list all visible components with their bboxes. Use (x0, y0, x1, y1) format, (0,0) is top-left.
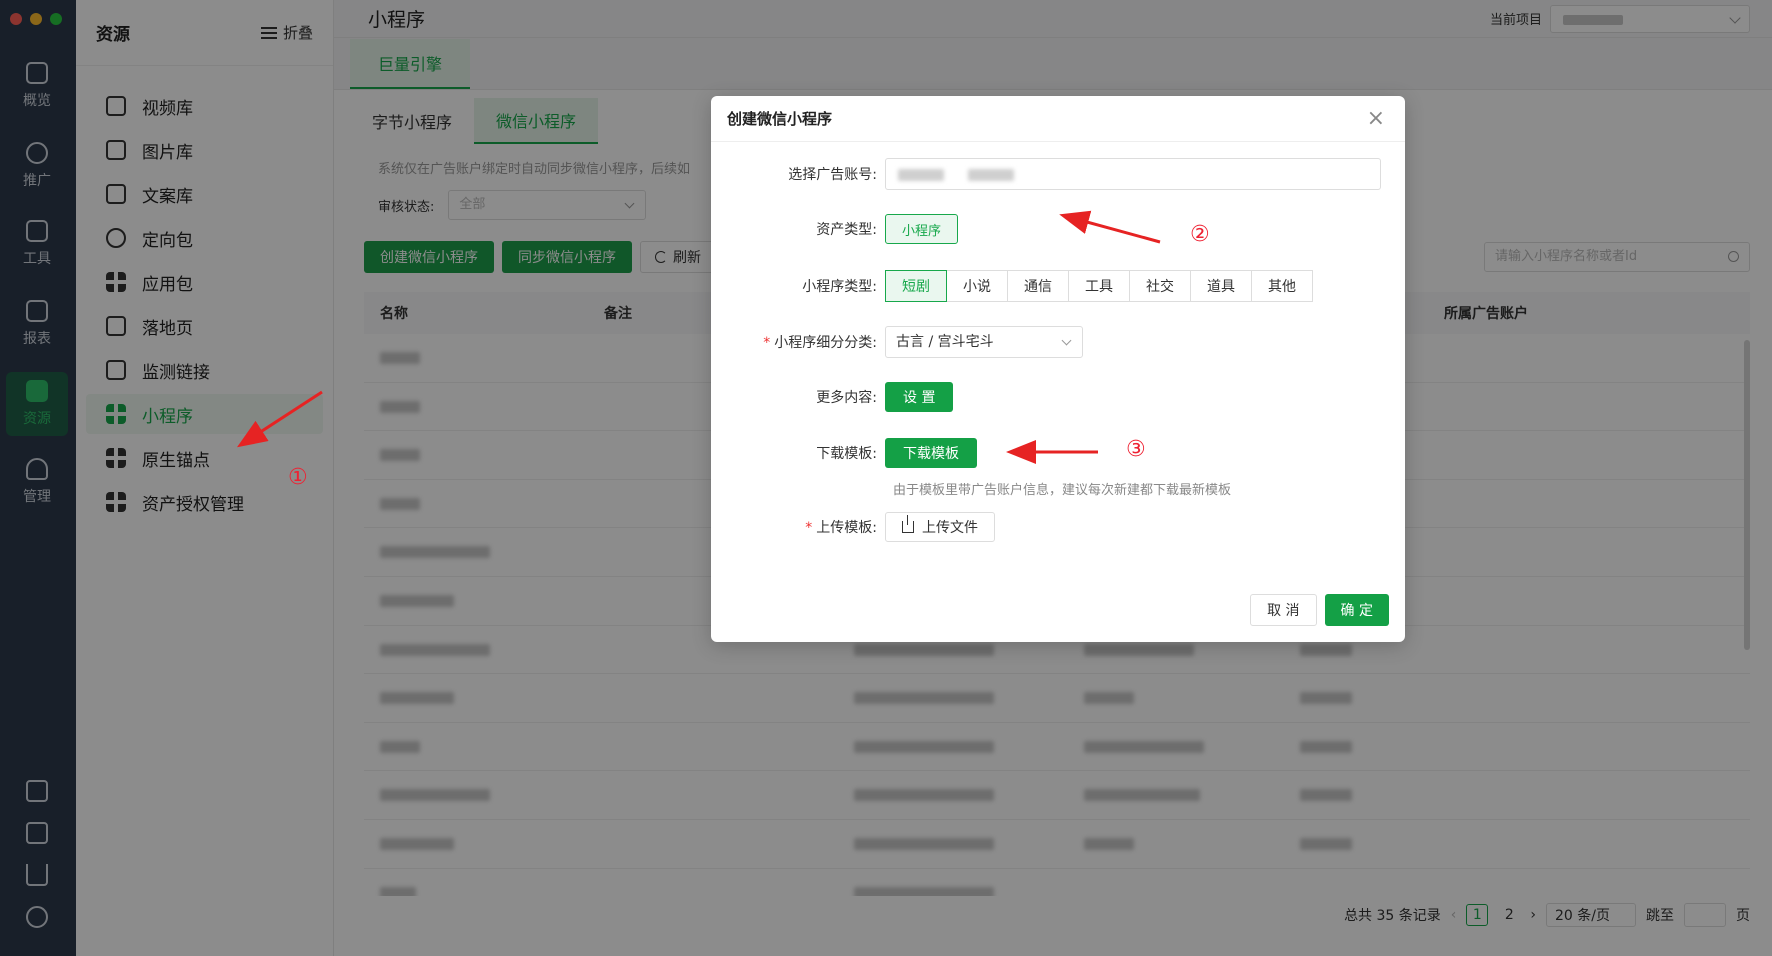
required-mark: * (763, 335, 771, 351)
account-label: 选择广告账号: (788, 167, 877, 183)
category-value: 古言 / 宫斗宅斗 (896, 334, 994, 350)
mp-type-label: 小程序类型: (802, 279, 877, 295)
mp-type-option[interactable]: 其他 (1251, 270, 1313, 302)
account-row: 选择广告账号: (711, 158, 1381, 190)
mp-type-option[interactable]: 小说 (946, 270, 1008, 302)
template-hint: 由于模板里带广告账户信息，建议每次新建都下载最新模板 (893, 483, 1232, 498)
category-select[interactable]: 古言 / 宫斗宅斗 (885, 326, 1083, 358)
dialog-footer: 取 消 确 定 (1250, 594, 1389, 626)
mp-type-option[interactable]: 社交 (1129, 270, 1191, 302)
upload-button-label: 上传文件 (922, 520, 978, 536)
more-label: 更多内容: (816, 390, 877, 406)
mp-type-row: 小程序类型: 短剧 小说 通信 工具 社交 道具 其他 (711, 270, 1313, 302)
cancel-button[interactable]: 取 消 (1250, 594, 1317, 626)
template-row: 下载模板: 下载模板 (711, 438, 977, 468)
dialog-header: 创建微信小程序 × (711, 96, 1405, 142)
upload-label: * 上传模板: (711, 517, 885, 537)
chevron-down-icon (1061, 335, 1072, 346)
dialog-title: 创建微信小程序 (727, 110, 833, 128)
upload-icon (902, 515, 914, 533)
category-row: * 小程序细分分类: 古言 / 宫斗宅斗 (711, 326, 1083, 358)
mp-type-option[interactable]: 短剧 (885, 270, 947, 302)
confirm-button[interactable]: 确 定 (1324, 594, 1389, 626)
required-mark: * (805, 520, 813, 536)
annotation-step-1: ① (288, 465, 308, 490)
asset-type-label: 资产类型: (816, 222, 877, 238)
mp-type-segmented: 短剧 小说 通信 工具 社交 道具 其他 (885, 270, 1313, 302)
ad-account-input[interactable] (885, 158, 1381, 190)
asset-type-mini-program[interactable]: 小程序 (885, 214, 959, 244)
settings-button[interactable]: 设 置 (885, 382, 954, 412)
mp-type-option[interactable]: 道具 (1190, 270, 1252, 302)
category-label-text: 小程序细分分类: (774, 335, 877, 351)
redacted-account (898, 169, 944, 181)
annotation-step-3: ③ (1126, 437, 1146, 462)
download-template-button[interactable]: 下载模板 (885, 438, 977, 468)
close-icon[interactable]: × (1367, 107, 1385, 130)
redacted-account (968, 169, 1014, 181)
annotation-step-2: ② (1190, 222, 1210, 247)
asset-type-row: 资产类型: 小程序 (711, 214, 959, 244)
category-label: * 小程序细分分类: (711, 332, 885, 352)
mp-type-option[interactable]: 工具 (1068, 270, 1130, 302)
mp-type-option[interactable]: 通信 (1007, 270, 1069, 302)
upload-row: * 上传模板: 上传文件 (711, 512, 995, 542)
upload-file-button[interactable]: 上传文件 (885, 512, 995, 542)
create-mini-program-dialog: 创建微信小程序 × 选择广告账号: 资产类型: 小程序 小程序类型: 短剧 小说… (711, 96, 1405, 642)
template-label: 下载模板: (816, 446, 877, 462)
more-content-row: 更多内容: 设 置 (711, 382, 954, 412)
upload-label-text: 上传模板: (816, 520, 877, 536)
